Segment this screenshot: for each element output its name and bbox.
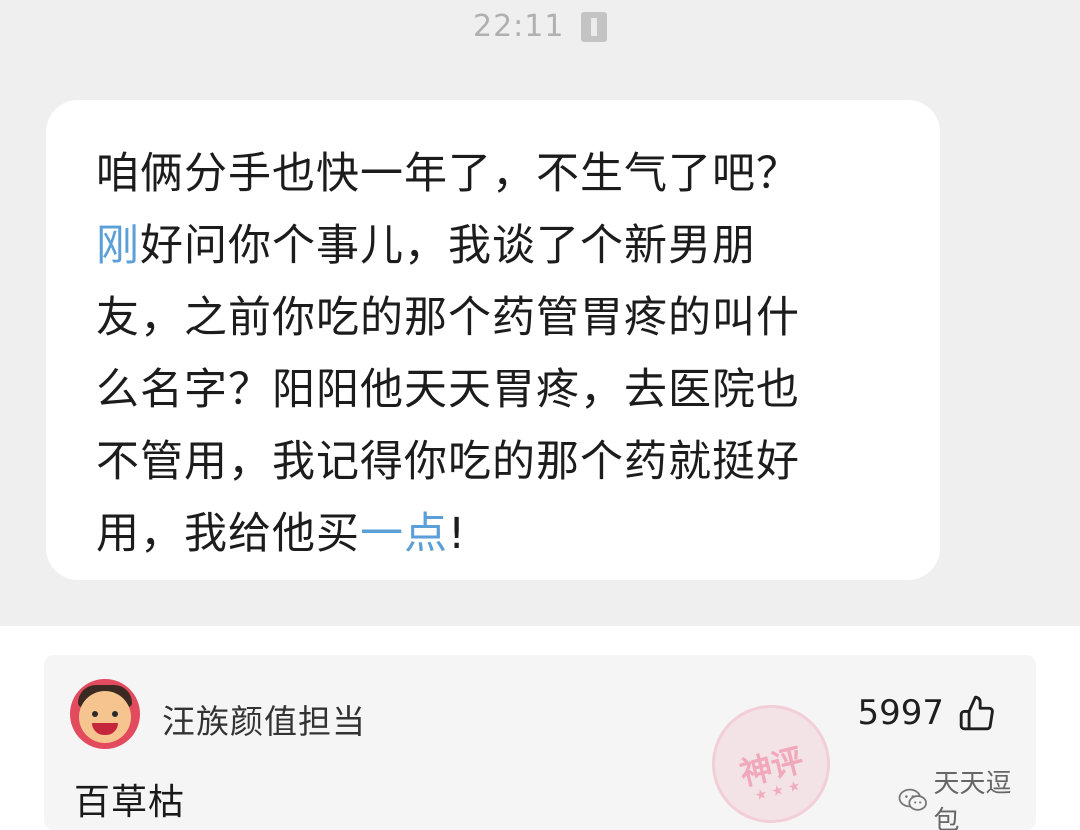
- message-line: 咱俩分手也快一年了，不生气了吧？: [96, 138, 900, 210]
- phone-signal-icon: [581, 11, 607, 42]
- comment-card: 汪族颜值担当 神评 ★ ★ ★ 5997 百草枯 天天逗包: [44, 655, 1036, 830]
- message-timestamp: 22:11: [0, 8, 1080, 44]
- like-button[interactable]: 5997: [857, 693, 996, 733]
- chat-screenshot: 22:11 咱俩分手也快一年了，不生气了吧？ 刚好问你个事儿，我谈了个新男朋 友，之…: [0, 0, 1080, 626]
- message-bubble[interactable]: 咱俩分手也快一年了，不生气了吧？ 刚好问你个事儿，我谈了个新男朋 友，之前你吃的那个…: [46, 100, 940, 580]
- comment-text: 百草枯: [74, 782, 186, 823]
- avatar-eye-left: [92, 711, 98, 717]
- avatar-face: [79, 691, 131, 743]
- message-line: 么名字？阳阳他天天胃疼，去医院也: [96, 354, 900, 426]
- watermark: 天天逗包: [898, 763, 1036, 830]
- avatar[interactable]: [70, 679, 140, 749]
- message-segment: 友，之前你吃的那个药管胃疼的叫什: [96, 293, 800, 343]
- shen-ping-stamp-icon: 神评 ★ ★ ★: [699, 692, 843, 830]
- avatar-eye-right: [112, 711, 118, 717]
- thumbs-up-icon: [959, 695, 994, 731]
- wechat-icon: [898, 788, 927, 811]
- message-line: 用，我给他买一点!: [96, 498, 900, 570]
- highlighted-text: 一点: [360, 509, 448, 559]
- message-segment: 么名字？阳阳他天天胃疼，去医院也: [96, 365, 800, 415]
- message-line: 不管用，我记得你吃的那个药就挺好: [96, 426, 900, 498]
- message-text: 咱俩分手也快一年了，不生气了吧？ 刚好问你个事儿，我谈了个新男朋 友，之前你吃的那个…: [96, 138, 900, 570]
- highlighted-text: 刚: [96, 221, 140, 271]
- timestamp-text: 22:11: [472, 9, 565, 44]
- message-segment: 不管用，我记得你吃的那个药就挺好: [96, 437, 800, 487]
- message-segment: 好问你个事儿，我谈了个新男朋: [140, 221, 756, 271]
- message-segment: 用，我给他买: [96, 509, 360, 559]
- like-count: 5997: [857, 693, 944, 733]
- message-line: 刚好问你个事儿，我谈了个新男朋: [96, 210, 900, 282]
- message-segment: !: [448, 509, 467, 559]
- watermark-text: 天天逗包: [933, 769, 1012, 830]
- message-line: 友，之前你吃的那个药管胃疼的叫什: [96, 282, 900, 354]
- message-segment: 咱俩分手也快一年了，不生气了吧？: [96, 149, 800, 199]
- comment-username[interactable]: 汪族颜值担当: [162, 695, 366, 743]
